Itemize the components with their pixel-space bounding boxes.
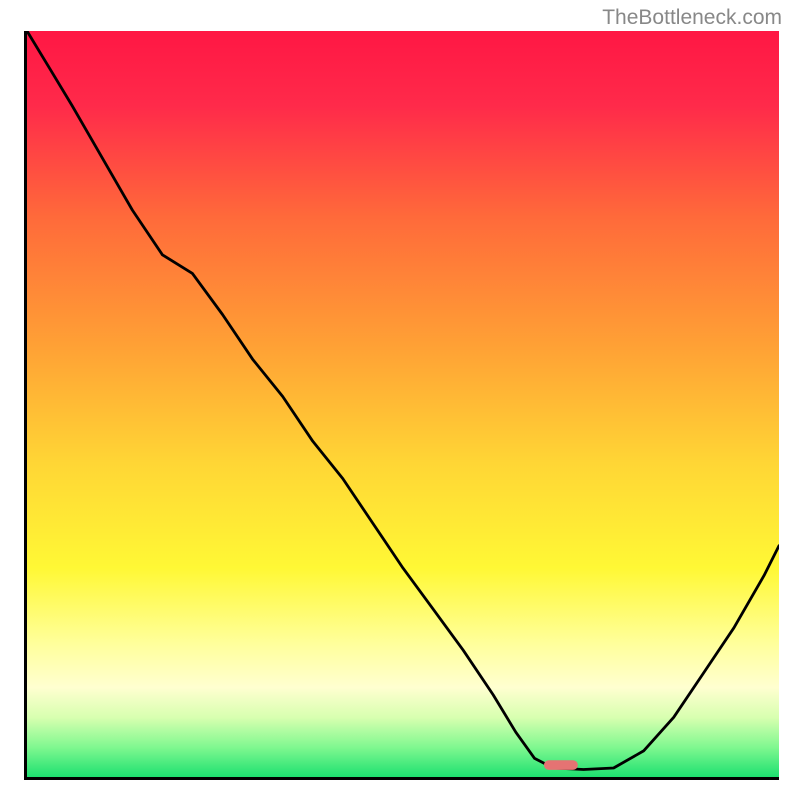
watermark-text: TheBottleneck.com bbox=[602, 6, 782, 30]
optimal-marker bbox=[544, 760, 578, 770]
gradient-background bbox=[27, 31, 779, 777]
chart-svg bbox=[27, 31, 779, 777]
plot-area bbox=[24, 31, 779, 780]
chart-container: TheBottleneck.com bbox=[0, 0, 800, 800]
